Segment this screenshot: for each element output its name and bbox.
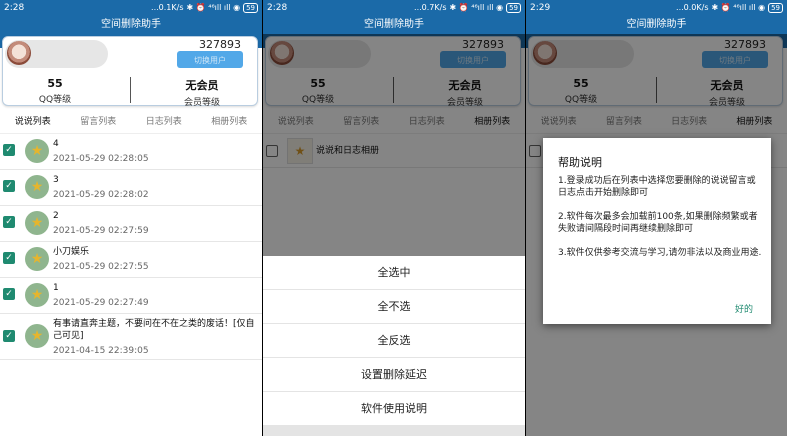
- vip-level: 无会员 会员等级: [167, 77, 237, 108]
- help-paragraph-3: 3.软件仅供参考交流与学习,请勿非法以及商业用途.: [558, 248, 762, 258]
- list-item[interactable]: ✓ ★ 有事请直奔主题，不要问在不在之类的废话！[仅自己可见] 2021-04-…: [0, 314, 262, 360]
- help-dialog: 帮助说明 1.登录成功后在列表中选择您要删除的说说留言或日志点击开始删除即可 2…: [543, 138, 771, 324]
- item-date: 2021-05-29 02:28:05: [53, 154, 149, 164]
- status-icons: ✱ ⏰ ⁴⁶ıll ıll ◉: [449, 3, 504, 12]
- item-date: 2021-04-15 22:39:05: [53, 346, 149, 356]
- battery-icon: 59: [768, 2, 783, 13]
- network-speed: ...0.7K/s: [414, 3, 447, 12]
- item-date: 2021-05-29 02:27:49: [53, 298, 149, 308]
- sheet-bottom-bar: [263, 426, 525, 436]
- item-date: 2021-05-29 02:28:02: [53, 190, 149, 200]
- list-tabs: 说说列表 留言列表 日志列表 相册列表: [0, 108, 262, 134]
- status-time: 2:28: [267, 2, 288, 13]
- app-title: 空间删除助手: [0, 15, 262, 34]
- help-paragraph-2: 2.软件每次最多会加载前100条,如果删除频繁或者失败请间隔段时间再继续删除即可: [558, 212, 758, 234]
- profile-header: 327893 切换用户 55 QQ等级 无会员 会员等级: [0, 34, 262, 108]
- network-speed: ...0.1K/s: [151, 3, 184, 12]
- dialog-body: 1.登录成功后在列表中选择您要删除的说说留言或日志点击开始删除即可 2.软件每次…: [558, 175, 763, 271]
- dialog-title: 帮助说明: [558, 156, 602, 169]
- menu-set-delete-delay[interactable]: 设置删除延迟: [263, 358, 525, 392]
- checkbox-checked[interactable]: ✓: [3, 180, 15, 192]
- star-icon: ★: [25, 324, 49, 348]
- status-icons: ✱ ⏰ ⁴⁶ıll ıll ◉: [186, 3, 241, 12]
- app-title: 空间删除助手: [263, 15, 525, 34]
- qq-number: 327893: [199, 38, 241, 51]
- star-icon: ★: [25, 139, 49, 163]
- list-item[interactable]: ✓ ★ 4 2021-05-29 02:28:05: [0, 134, 262, 170]
- status-icons: ✱ ⏰ ⁴⁶ıll ıll ◉: [711, 3, 766, 12]
- menu-select-all[interactable]: 全选中: [263, 256, 525, 290]
- qq-level: 55 QQ等级: [27, 77, 83, 105]
- battery-icon: 59: [506, 2, 521, 13]
- item-title: 2: [53, 211, 59, 221]
- status-bar: 2:29 ...0.0K/s ✱ ⏰ ⁴⁶ıll ıll ◉ 59: [526, 0, 787, 15]
- app-title: 空间删除助手: [526, 15, 787, 34]
- vip-level-value: 无会员: [185, 79, 219, 92]
- qq-level-label: QQ等级: [38, 95, 72, 105]
- item-title: 小刀娱乐: [53, 247, 90, 257]
- list-item[interactable]: ✓ ★ 1 2021-05-29 02:27:49: [0, 278, 262, 314]
- screen-help-dialog: 2:29 ...0.0K/s ✱ ⏰ ⁴⁶ıll ıll ◉ 59 空间删除助手…: [526, 0, 787, 436]
- star-icon: ★: [25, 211, 49, 235]
- stat-divider: [130, 77, 131, 103]
- checkbox-checked[interactable]: ✓: [3, 330, 15, 342]
- list-item[interactable]: ✓ ★ 3 2021-05-29 02:28:02: [0, 170, 262, 206]
- item-title: 3: [53, 175, 59, 185]
- list-item[interactable]: ✓ ★ 2 2021-05-29 02:27:59: [0, 206, 262, 242]
- list-item[interactable]: ✓ ★ 小刀娱乐 2021-05-29 02:27:55: [0, 242, 262, 278]
- status-time: 2:28: [4, 2, 25, 13]
- screen-shuoshuo-list: 2:28 ...0.1K/s ✱ ⏰ ⁴⁶ıll ıll ◉ 59 空间删除助手…: [0, 0, 262, 436]
- item-date: 2021-05-29 02:27:55: [53, 262, 149, 272]
- checkbox-checked[interactable]: ✓: [3, 288, 15, 300]
- menu-invert-selection[interactable]: 全反选: [263, 324, 525, 358]
- checkbox-checked[interactable]: ✓: [3, 252, 15, 264]
- checkbox-checked[interactable]: ✓: [3, 216, 15, 228]
- item-title: 4: [53, 139, 59, 149]
- status-bar: 2:28 ...0.1K/s ✱ ⏰ ⁴⁶ıll ıll ◉ 59: [0, 0, 262, 15]
- star-icon: ★: [25, 247, 49, 271]
- bottom-sheet-menu: 全选中 全不选 全反选 设置删除延迟 软件使用说明: [263, 256, 525, 436]
- vip-level-label: 会员等级: [183, 98, 220, 108]
- network-speed: ...0.0K/s: [676, 3, 709, 12]
- status-bar: 2:28 ...0.7K/s ✱ ⏰ ⁴⁶ıll ıll ◉ 59: [263, 0, 525, 15]
- checkbox-checked[interactable]: ✓: [3, 144, 15, 156]
- status-time: 2:29: [530, 2, 551, 13]
- help-paragraph-1: 1.登录成功后在列表中选择您要删除的说说留言或日志点击开始删除即可: [558, 176, 756, 198]
- avatar: [7, 41, 31, 65]
- menu-select-none[interactable]: 全不选: [263, 290, 525, 324]
- screen-album-list-menu: 2:28 ...0.7K/s ✱ ⏰ ⁴⁶ıll ıll ◉ 59 空间删除助手…: [263, 0, 525, 436]
- tab-albums[interactable]: 相册列表: [211, 114, 247, 127]
- item-title: 有事请直奔主题，不要问在不在之类的废话！[仅自己可见]: [53, 319, 255, 341]
- star-icon: ★: [25, 283, 49, 307]
- item-date: 2021-05-29 02:27:59: [53, 226, 149, 236]
- tab-messages[interactable]: 留言列表: [80, 114, 116, 127]
- switch-user-button[interactable]: 切换用户: [177, 51, 243, 68]
- item-title: 1: [53, 283, 59, 293]
- battery-icon: 59: [243, 2, 258, 13]
- qq-level-value: 55: [47, 77, 63, 90]
- tab-blogs[interactable]: 日志列表: [146, 114, 182, 127]
- tab-shuoshuo[interactable]: 说说列表: [15, 114, 51, 127]
- menu-usage-help[interactable]: 软件使用说明: [263, 392, 525, 426]
- dialog-ok-button[interactable]: 好的: [735, 302, 753, 315]
- star-icon: ★: [25, 175, 49, 199]
- profile-card: 327893 切换用户 55 QQ等级 无会员 会员等级: [2, 36, 258, 108]
